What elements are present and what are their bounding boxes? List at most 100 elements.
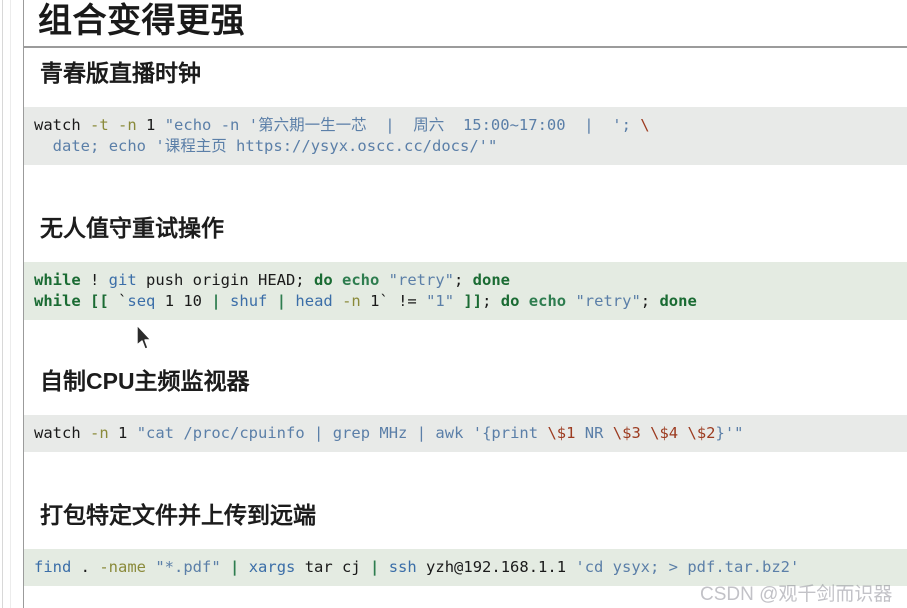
- code-token: NR: [584, 424, 604, 442]
- code-token: find: [34, 558, 72, 576]
- code-token: "*.pdf": [155, 558, 221, 576]
- code-token: ssh: [388, 558, 417, 576]
- code-token: \$4: [650, 424, 679, 442]
- code-token: grep: [332, 424, 371, 442]
- section-heading-3: 自制CPU主频监视器: [40, 368, 250, 394]
- code-token: '{print: [472, 424, 539, 442]
- code-token: while: [34, 292, 81, 310]
- code-token: -n: [90, 424, 109, 442]
- slide-content: 组合变得更强 青春版直播时钟 watch -t -n 1 "echo -n '第…: [24, 0, 907, 608]
- code-token: watch: [34, 116, 81, 134]
- code-token: |: [230, 558, 240, 576]
- code-token: done: [472, 271, 510, 289]
- page-title: 组合变得更强: [38, 2, 245, 40]
- code-token: \$2: [687, 424, 716, 442]
- code-token: '第六期一生一芯: [248, 116, 367, 134]
- code-token: awk: [435, 424, 464, 442]
- outer-quote-rail: [2, 0, 3, 608]
- code-token: \: [640, 116, 650, 134]
- code-token: "retry": [575, 292, 641, 310]
- code-token: "echo: [164, 116, 212, 134]
- code-token: "cat: [136, 424, 175, 442]
- code-token: -n: [342, 292, 361, 310]
- code-token: while: [34, 271, 81, 289]
- code-token: 1` !=: [360, 292, 427, 310]
- code-block-4[interactable]: find . -name "*.pdf" | xargs tar cj | ss…: [24, 549, 907, 586]
- code-token: 'cd ysyx; > pdf.tar.bz2': [575, 558, 800, 576]
- code-token: 1: [108, 424, 137, 442]
- code-token: '课程主页: [155, 137, 227, 155]
- code-token: -n: [220, 116, 240, 134]
- section-3: 自制CPU主频监视器: [24, 370, 907, 393]
- section-heading-1: 青春版直播时钟: [40, 60, 201, 86]
- section-2: 无人值守重试操作: [24, 217, 907, 240]
- code-block-3[interactable]: watch -n 1 "cat /proc/cpuinfo | grep MHz…: [24, 415, 907, 452]
- code-token: -n: [118, 116, 137, 134]
- code-token: echo: [108, 137, 147, 155]
- code-block-1[interactable]: watch -t -n 1 "echo -n '第六期一生一芯 | 周六 15:…: [24, 107, 907, 165]
- code-token: head: [295, 292, 333, 310]
- code-token: 15:00~17:00: [462, 116, 566, 134]
- section-heading-4: 打包特定文件并上传到远端: [40, 502, 316, 528]
- code-token: \$1: [547, 424, 576, 442]
- code-token: echo: [528, 292, 567, 310]
- code-token: [[: [90, 292, 109, 310]
- code-token: yzh@192.168.1.1: [416, 558, 576, 576]
- code-token: https://ysyx.oscc.cc/docs/'": [236, 137, 498, 155]
- section-heading-2: 无人值守重试操作: [40, 215, 224, 241]
- code-token: |: [416, 424, 427, 442]
- code-token: |: [565, 116, 613, 134]
- code-block-2[interactable]: while ! git push origin HEAD; do echo "r…: [24, 262, 907, 320]
- code-token: echo: [342, 271, 380, 289]
- code-token: ;: [454, 271, 473, 289]
- code-token: 1: [136, 116, 165, 134]
- code-token: |: [276, 292, 287, 310]
- code-token: date;: [52, 137, 100, 155]
- code-token: ;: [482, 292, 501, 310]
- code-token: git: [108, 271, 137, 289]
- code-token: `: [108, 292, 128, 310]
- middle-quote-rail: [10, 0, 11, 608]
- code-token: .: [71, 558, 100, 576]
- code-token: ;: [640, 292, 660, 310]
- code-token: 1 10: [155, 292, 212, 310]
- code-token: ';: [612, 116, 631, 134]
- code-token: -t: [90, 116, 109, 134]
- code-token: "retry": [388, 271, 454, 289]
- code-token: }'": [715, 424, 744, 442]
- code-token: \$3: [612, 424, 641, 442]
- section-4: 打包特定文件并上传到远端: [24, 504, 907, 527]
- code-token: |: [370, 558, 380, 576]
- code-token: shuf: [230, 292, 268, 310]
- code-token: seq: [127, 292, 156, 310]
